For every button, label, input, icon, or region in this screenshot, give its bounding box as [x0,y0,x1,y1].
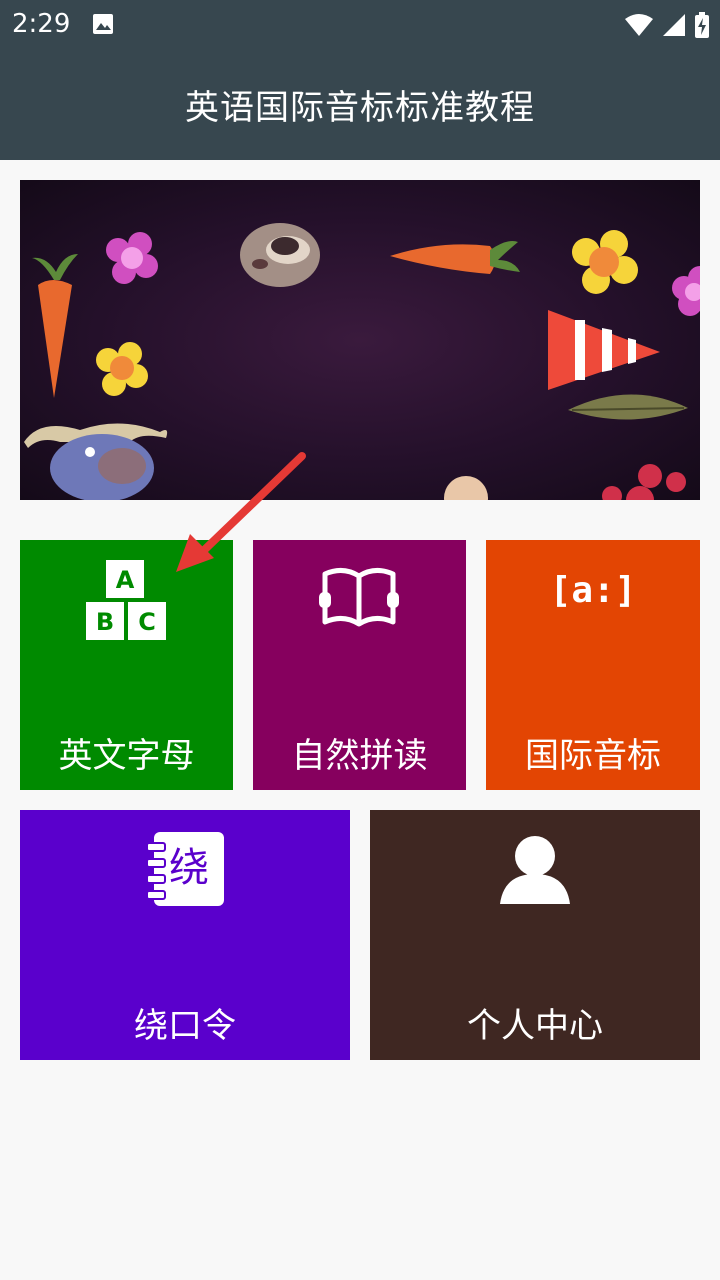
bun-icon [444,476,488,500]
tile-label: 自然拼读 [291,736,428,776]
traffic-cone-icon [548,310,660,390]
tile-label: 国际音标 [525,736,661,776]
tile-label: 英文字母 [58,736,195,776]
abc-blocks-icon: A B C [86,560,166,640]
battery-icon [695,12,709,38]
berry-icon [638,464,662,488]
carrot-right-icon [390,241,520,274]
notebook-icon: 绕 [146,832,224,906]
page-title: 英语国际音标标准教程 [185,87,535,128]
tile-ipa[interactable]: [a:] 国际音标 [486,540,700,790]
block-letter-c: C [138,608,156,636]
notebook-char: 绕 [169,845,209,891]
app-bar: 英语国际音标标准教程 [0,48,720,160]
block-letter-a: A [116,566,135,594]
flower-pink-icon [106,232,158,284]
tile-personal-center[interactable]: 个人中心 [370,810,700,1060]
flower-yellow-icon [96,342,148,396]
status-time: 2:29 [12,9,71,39]
tile-phonics[interactable]: 自然拼读 [253,540,466,790]
open-book-icon [319,568,399,627]
signal-icon [663,14,685,36]
block-letter-b: B [96,608,114,636]
person-icon [500,836,570,904]
banner-illustration [24,223,700,500]
banner-image[interactable] [20,180,700,500]
wifi-icon [625,14,653,36]
sloth-icon [240,223,320,287]
buffalo-icon [24,423,168,500]
status-bar: 2:29 [0,0,720,48]
phonetic-bracket-icon: [a:] [549,570,637,611]
tile-tongue-twister[interactable]: 绕 绕口令 [20,810,350,1060]
flower-yellow-right-icon [572,230,638,294]
tile-english-alphabet[interactable]: A B C 英文字母 [20,540,233,790]
carrot-left-icon [32,254,78,398]
flower-pink-right-icon [672,266,700,316]
tile-label: 个人中心 [467,1006,603,1046]
leaf-icon [568,394,688,420]
image-icon [93,14,113,34]
tile-label: 绕口令 [134,1006,236,1046]
status-icons [624,12,710,38]
